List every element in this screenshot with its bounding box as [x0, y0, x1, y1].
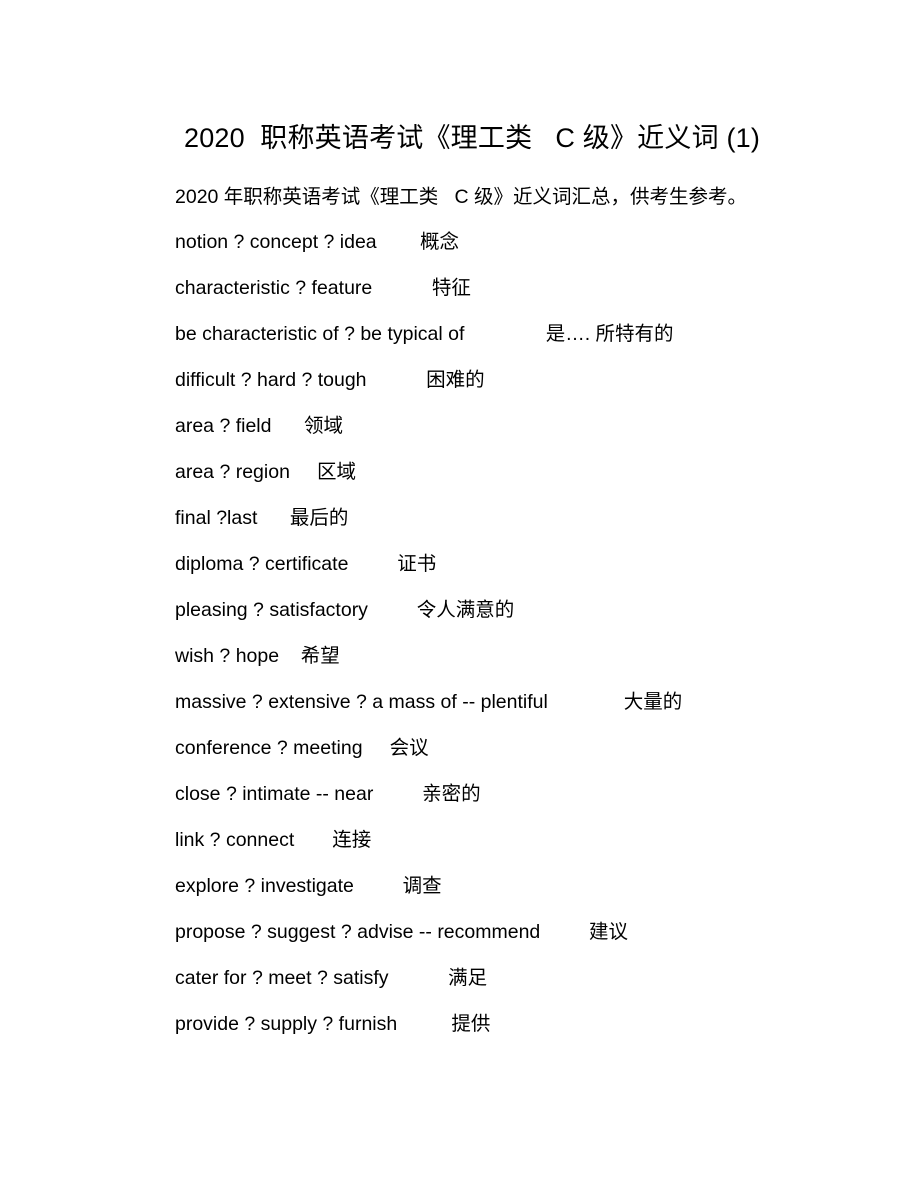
entry-terms: pleasing ? satisfactory	[175, 599, 368, 621]
entry-terms: massive ? extensive ? a mass of -- plent…	[175, 691, 548, 713]
entry-gap	[540, 921, 589, 943]
entry-gap	[397, 1013, 451, 1035]
entry-terms: diploma ? certificate	[175, 553, 349, 575]
synonym-entry-row: explore ? investigate 调查	[175, 870, 905, 916]
synonym-entry-row: wish ? hope 希望	[175, 640, 905, 686]
entry-gloss: 最后的	[289, 507, 349, 529]
page-title: 2020 职称英语考试《理工类 C 级》近义词 (1)	[184, 123, 761, 153]
entry-terms: be characteristic of ? be typical of	[175, 323, 465, 345]
entry-gloss: 调查	[402, 875, 442, 897]
entry-gloss: 领域	[304, 415, 344, 437]
synonym-entry-row: pleasing ? satisfactory 令人满意的	[175, 594, 905, 640]
entry-gloss: 令人满意的	[416, 599, 515, 621]
synonym-entry-row: area ? field 领域	[175, 410, 905, 456]
entry-gap	[373, 783, 422, 805]
synonym-entry-row: conference ? meeting 会议	[175, 732, 905, 778]
synonym-entry-row: difficult ? hard ? tough 困难的	[175, 364, 905, 410]
synonym-entry-row: area ? region 区域	[175, 456, 905, 502]
entry-gap	[354, 875, 403, 897]
entry-gloss: 亲密的	[422, 783, 481, 805]
entry-terms: final ?last	[175, 507, 258, 529]
entry-gloss: 概念	[420, 231, 460, 253]
entry-gap	[271, 415, 304, 437]
entry-gap	[294, 829, 332, 851]
entry-terms: close ? intimate -- near	[175, 783, 374, 805]
entry-gap	[363, 737, 390, 759]
entry-gap	[464, 323, 545, 345]
entry-terms: wish ? hope	[175, 645, 280, 667]
entry-gloss: 建议	[589, 921, 629, 943]
synonym-entry-row: final ?last 最后的	[175, 502, 905, 548]
synonym-entry-row: notion ? concept ? idea 概念	[175, 226, 905, 272]
entry-gloss: 是…. 所特有的	[545, 323, 674, 345]
synonym-entry-row: diploma ? certificate 证书	[175, 548, 905, 594]
entry-terms: notion ? concept ? idea	[175, 231, 377, 253]
entry-terms: provide ? supply ? furnish	[175, 1013, 398, 1035]
entry-terms: characteristic ? feature	[175, 277, 373, 299]
entry-terms: explore ? investigate	[175, 875, 354, 897]
entry-gap	[279, 645, 301, 667]
synonym-entry-row: cater for ? meet ? satisfy 满足	[175, 962, 905, 1008]
synonym-entry-row: characteristic ? feature 特征	[175, 272, 905, 318]
synonym-entry-row: close ? intimate -- near 亲密的	[175, 778, 905, 824]
synonym-entry-row: massive ? extensive ? a mass of -- plent…	[175, 686, 905, 732]
entry-terms: area ? field	[175, 415, 272, 437]
entry-gloss: 区域	[317, 461, 357, 483]
entry-terms: area ? region	[175, 461, 290, 483]
entry-terms: difficult ? hard ? tough	[175, 369, 367, 391]
entry-gloss: 提供	[451, 1013, 491, 1035]
synonym-entry-row: link ? connect 连接	[175, 824, 905, 870]
entry-gloss: 证书	[397, 553, 437, 575]
entry-gloss: 连接	[332, 829, 372, 851]
entry-gloss: 特征	[431, 277, 471, 299]
entry-gap	[290, 461, 317, 483]
entry-terms: link ? connect	[175, 829, 295, 851]
entry-gloss: 大量的	[623, 691, 683, 713]
entry-gloss: 困难的	[426, 369, 485, 391]
document-subtitle: 2020 年职称英语考试《理工类 C 级》近义词汇总，供考生参考。	[175, 186, 748, 208]
entry-gloss: 满足	[448, 967, 488, 989]
entry-terms: propose ? suggest ? advise -- recommend	[175, 921, 541, 943]
entry-gap	[548, 691, 624, 713]
entry-gloss: 希望	[300, 645, 340, 667]
entry-gap	[377, 231, 420, 253]
document-page: 2020 职称英语考试《理工类 C 级》近义词 (1) 2020 年职称英语考试…	[0, 0, 920, 1192]
entry-gloss: 会议	[389, 737, 429, 759]
entry-gap	[257, 507, 290, 529]
synonym-entry-list: notion ? concept ? idea 概念 characteristic…	[175, 226, 905, 1054]
synonym-entry-row: be characteristic of ? be typical of 是….…	[175, 318, 905, 364]
entry-gap	[348, 553, 397, 575]
synonym-entry-row: propose ? suggest ? advise -- recommend …	[175, 916, 905, 962]
entry-gap	[368, 599, 417, 621]
entry-gap	[372, 277, 432, 299]
entry-terms: conference ? meeting	[175, 737, 363, 759]
entry-gap	[389, 967, 449, 989]
entry-terms: cater for ? meet ? satisfy	[175, 967, 389, 989]
synonym-entry-row: provide ? supply ? furnish 提供	[175, 1008, 905, 1054]
entry-gap	[367, 369, 427, 391]
